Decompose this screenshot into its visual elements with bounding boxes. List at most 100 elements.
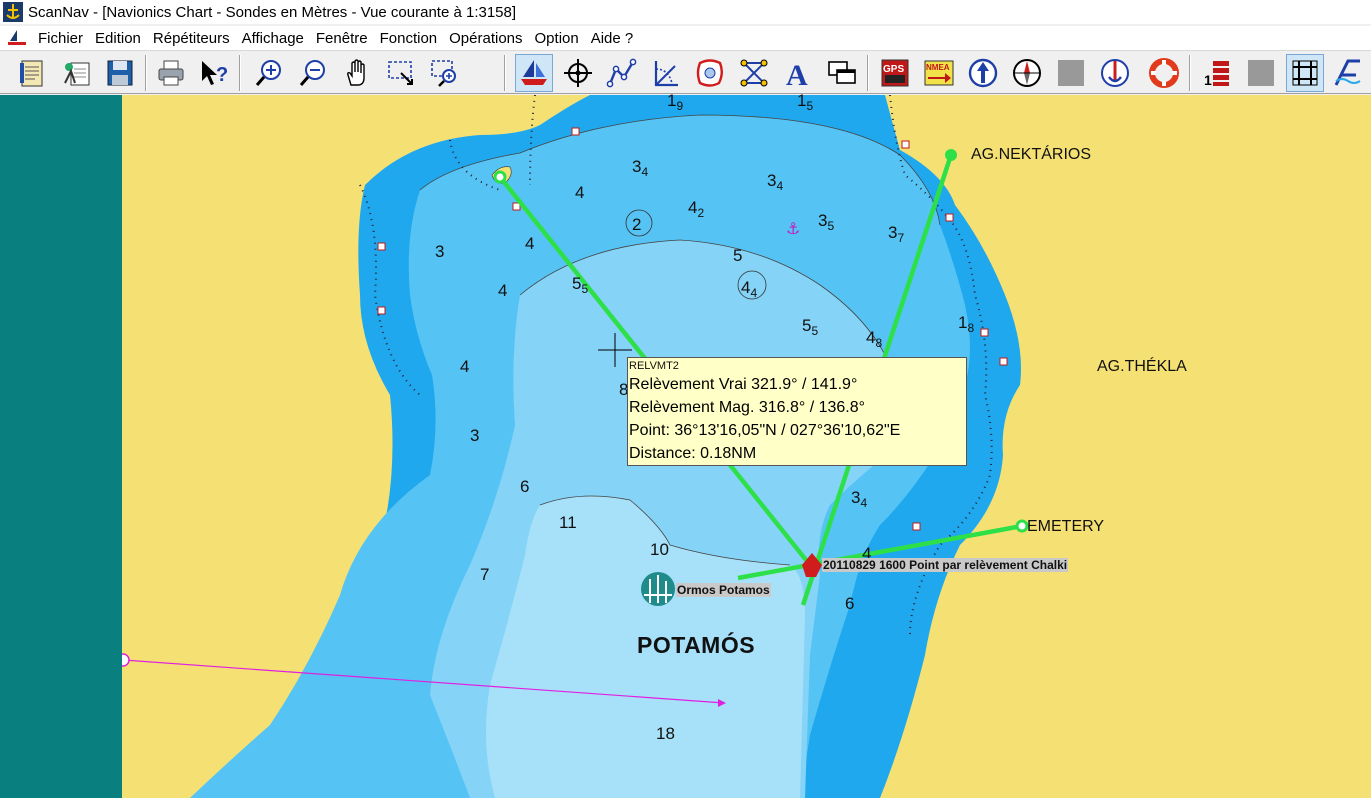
windows-icon bbox=[828, 61, 856, 84]
depth-sounding: 4 bbox=[525, 234, 535, 253]
menu-repetiteurs[interactable]: Répétiteurs bbox=[147, 30, 236, 47]
disabled-button-1[interactable] bbox=[1052, 54, 1090, 92]
grid-button[interactable] bbox=[1286, 54, 1324, 92]
tide-button[interactable] bbox=[1330, 54, 1366, 92]
blank-icon bbox=[1058, 60, 1084, 86]
zone-button[interactable] bbox=[691, 54, 729, 92]
zoom-in-button[interactable] bbox=[250, 54, 288, 92]
depth-sounding: 35 bbox=[818, 211, 835, 233]
harbour-icon[interactable] bbox=[641, 572, 675, 606]
anchor-button[interactable] bbox=[1096, 54, 1134, 92]
boat-button[interactable] bbox=[515, 54, 553, 92]
network-icon bbox=[740, 59, 768, 87]
fix-point-label[interactable]: 20110829 1600 Point par relèvement Chalk… bbox=[822, 558, 1069, 572]
print-button[interactable] bbox=[152, 54, 190, 92]
gps-button[interactable]: GPS bbox=[876, 54, 914, 92]
bearing-origin-marker[interactable] bbox=[493, 170, 507, 184]
menu-fenetre[interactable]: Fenêtre bbox=[310, 30, 374, 47]
compass-button[interactable] bbox=[1008, 54, 1046, 92]
window-title: ScanNav - [Navionics Chart - Sondes en M… bbox=[28, 3, 517, 21]
document-sailboat-icon[interactable] bbox=[6, 28, 28, 48]
menu-option[interactable]: Option bbox=[529, 30, 585, 47]
route-button[interactable] bbox=[603, 54, 641, 92]
pan-button[interactable] bbox=[338, 54, 376, 92]
list-number: 1 bbox=[1204, 72, 1212, 88]
zoom-out-button[interactable] bbox=[294, 54, 332, 92]
bearing-icon bbox=[654, 61, 678, 87]
depth-sounding: 6 bbox=[520, 477, 530, 496]
scannav-app-icon[interactable] bbox=[2, 1, 24, 23]
lifebuoy-button[interactable] bbox=[1145, 54, 1183, 92]
toolbar-separator bbox=[504, 55, 506, 91]
depth-sounding: 4 bbox=[575, 183, 585, 202]
tooltip-true-bearing: Relèvement Vrai 321.9° / 141.9° bbox=[629, 376, 858, 393]
network-button[interactable] bbox=[735, 54, 773, 92]
notebook-button[interactable] bbox=[13, 54, 51, 92]
depth-sounding: 37 bbox=[888, 223, 905, 245]
depth-sounding: 3 bbox=[470, 426, 480, 445]
text-a-icon: A bbox=[786, 59, 808, 89]
north-up-button[interactable] bbox=[964, 54, 1002, 92]
depth-sounding: 15 bbox=[797, 91, 814, 113]
list-button[interactable]: 1 bbox=[1198, 54, 1236, 92]
notebook-icon bbox=[20, 60, 43, 87]
depth-sounding: 55 bbox=[802, 316, 819, 338]
zoom-area-icon bbox=[431, 60, 456, 87]
grid-icon bbox=[1292, 60, 1318, 86]
tooltip-position: Point: 36°13'16,05"N / 027°36'10,62"E bbox=[629, 422, 901, 439]
depth-sounding: 48 bbox=[866, 328, 883, 350]
windows-button[interactable] bbox=[823, 54, 861, 92]
depth-sounding: 4 bbox=[460, 357, 470, 376]
bearing-origin-marker[interactable] bbox=[1015, 519, 1029, 533]
crosshair-button[interactable] bbox=[559, 54, 597, 92]
disabled-button-2[interactable] bbox=[1242, 54, 1280, 92]
left-panel bbox=[0, 95, 122, 798]
nmea-button[interactable]: NMEA bbox=[920, 54, 958, 92]
bearing-button[interactable] bbox=[647, 54, 685, 92]
sailboat-icon bbox=[521, 60, 547, 85]
north-up-icon bbox=[968, 58, 998, 88]
depth-sounding: 4 bbox=[498, 281, 508, 300]
menu-edition[interactable]: Edition bbox=[89, 30, 147, 47]
depth-sounding: 34 bbox=[851, 488, 868, 510]
depth-sounding: 18 bbox=[656, 724, 675, 743]
depth-sounding: 7 bbox=[480, 565, 490, 584]
save-button[interactable] bbox=[101, 54, 139, 92]
depth-sounding: 2 bbox=[632, 215, 642, 234]
toolbar-separator bbox=[145, 55, 147, 91]
depth-sounding: 42 bbox=[688, 198, 705, 220]
town-potamos: POTAMÓS bbox=[637, 632, 756, 658]
chart-view[interactable]: ⚓ 19 15 34 4 34 42 2 35 37 3 4 5 4 55 44… bbox=[0, 91, 1371, 798]
harbour-label[interactable]: Ormos Potamos bbox=[676, 583, 771, 597]
depth-sounding: 34 bbox=[767, 171, 784, 193]
toolbar-separator bbox=[867, 55, 869, 91]
nmea-label: NMEA bbox=[926, 63, 950, 72]
route-icon bbox=[606, 58, 637, 88]
mooring-icon bbox=[1101, 59, 1129, 87]
zoom-zone-button[interactable] bbox=[426, 54, 464, 92]
depth-sounding: 3 bbox=[435, 242, 445, 261]
bearing-origin-marker[interactable] bbox=[945, 149, 957, 161]
text-button[interactable]: A bbox=[779, 54, 817, 92]
select-zone-button[interactable] bbox=[382, 54, 420, 92]
menu-aide[interactable]: Aide ? bbox=[585, 30, 640, 47]
zone-icon bbox=[696, 59, 723, 87]
help-pointer-button[interactable]: ? bbox=[195, 54, 233, 92]
menu-operations[interactable]: Opérations bbox=[443, 30, 528, 47]
select-area-icon bbox=[388, 61, 413, 85]
tooltip-magnetic-bearing: Relèvement Mag. 316.8° / 136.8° bbox=[629, 399, 866, 416]
depth-sounding: 44 bbox=[741, 278, 758, 300]
blank-icon bbox=[1248, 60, 1274, 86]
depth-sounding: 5 bbox=[733, 246, 743, 265]
menu-fichier[interactable]: Fichier bbox=[32, 30, 89, 47]
depth-sounding: 10 bbox=[650, 540, 669, 559]
menu-affichage[interactable]: Affichage bbox=[236, 30, 310, 47]
crosshair-icon bbox=[564, 59, 592, 87]
wizard-button[interactable] bbox=[58, 54, 96, 92]
place-ag-nektarios: AG.NEKTÁRIOS bbox=[971, 146, 1092, 163]
menu-fonction[interactable]: Fonction bbox=[374, 30, 444, 47]
floppy-icon bbox=[107, 60, 133, 86]
depth-sounding: 18 bbox=[958, 313, 975, 335]
toolbar: ? A GPS NMEA 1 bbox=[0, 50, 1371, 94]
depth-sounding: 6 bbox=[845, 594, 855, 613]
